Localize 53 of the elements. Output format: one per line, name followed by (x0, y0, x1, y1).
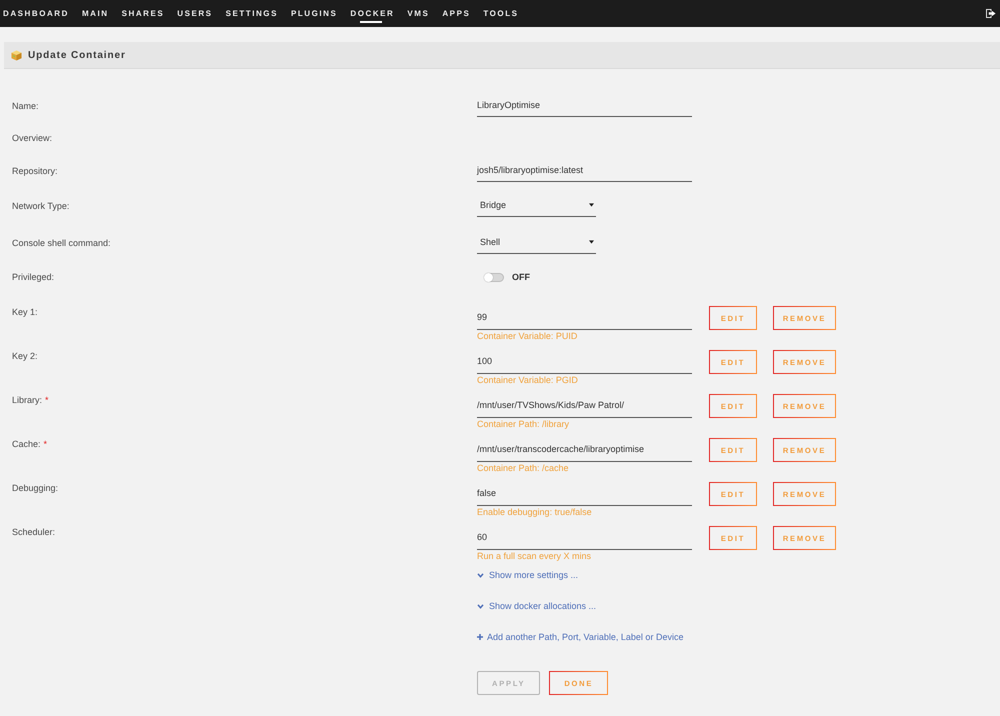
caret-icon (589, 240, 594, 244)
form-link[interactable]: Add another Path, Port, Variable, Label or Device (477, 626, 684, 648)
logout-icon[interactable] (986, 9, 996, 18)
field-label: Name: (12, 100, 39, 110)
toggle-switch[interactable] (484, 272, 504, 282)
field-label: Cache: (12, 438, 41, 450)
chevron-down-icon (477, 572, 484, 578)
field-description: Container Path: /library (477, 418, 570, 430)
text-field[interactable]: 100 (477, 349, 692, 374)
nav-link[interactable]: VMS (407, 0, 430, 27)
field-description: Enable debugging: true/false (477, 506, 592, 518)
text-field[interactable]: 99 (477, 305, 692, 330)
field-description: Container Variable: PUID (477, 330, 578, 342)
nav-link[interactable]: SETTINGS (226, 0, 278, 27)
field-label: Key 1: (12, 306, 38, 318)
text-field[interactable]: LibraryOptimise (477, 94, 692, 117)
nav-link[interactable]: TOOLS (483, 0, 519, 27)
field-label: Library: (12, 394, 42, 406)
text-field[interactable]: josh5/libraryoptimise:latest (477, 159, 692, 182)
plus-icon (477, 634, 483, 640)
field-description: Container Variable: PGID (477, 374, 578, 386)
chevron-down-icon (477, 604, 484, 608)
nav-link[interactable]: SHARES (122, 0, 164, 27)
dropdown-field[interactable]: Bridge (477, 194, 596, 217)
nav-link[interactable]: MAIN (82, 0, 109, 27)
field-description: Container Path: /cache (477, 462, 569, 474)
dropdown-field[interactable]: Shell (477, 231, 596, 254)
nav-link[interactable]: DASHBOARD (3, 0, 69, 27)
nav-link[interactable]: DOCKER (350, 0, 394, 27)
field-label: Scheduler: (12, 526, 56, 538)
required-asterisk: * (45, 394, 49, 406)
field-label: Debugging: (12, 482, 58, 494)
field-label: Network Type: (12, 200, 70, 210)
nav-link[interactable]: APPS (442, 0, 470, 27)
field-label: Overview: (12, 133, 52, 143)
field-description: Run a full scan every X mins (477, 550, 592, 562)
field-label: Key 2: (12, 350, 38, 362)
nav-link[interactable]: PLUGINS (290, 0, 338, 27)
nav-link[interactable]: USERS (177, 0, 213, 27)
package-icon (11, 50, 22, 60)
form-link[interactable]: Show docker allocations ... (477, 595, 596, 617)
required-asterisk: * (44, 438, 48, 450)
field-label: Console shell command: (12, 238, 111, 248)
field-label: Repository: (12, 166, 58, 176)
toggle-state-text: OFF (512, 272, 530, 282)
text-field[interactable]: 60 (477, 525, 692, 550)
caret-icon (589, 203, 594, 207)
text-field[interactable]: /mnt/user/TVShows/Kids/Paw Patrol/ (477, 393, 692, 418)
text-field[interactable]: false (477, 481, 692, 506)
text-field[interactable]: /mnt/user/transcodercache/libraryoptimise (477, 437, 692, 462)
page-title: Update Container (28, 50, 126, 60)
form-link[interactable]: Show more settings ... (477, 564, 578, 586)
field-label: Privileged: (12, 272, 54, 282)
